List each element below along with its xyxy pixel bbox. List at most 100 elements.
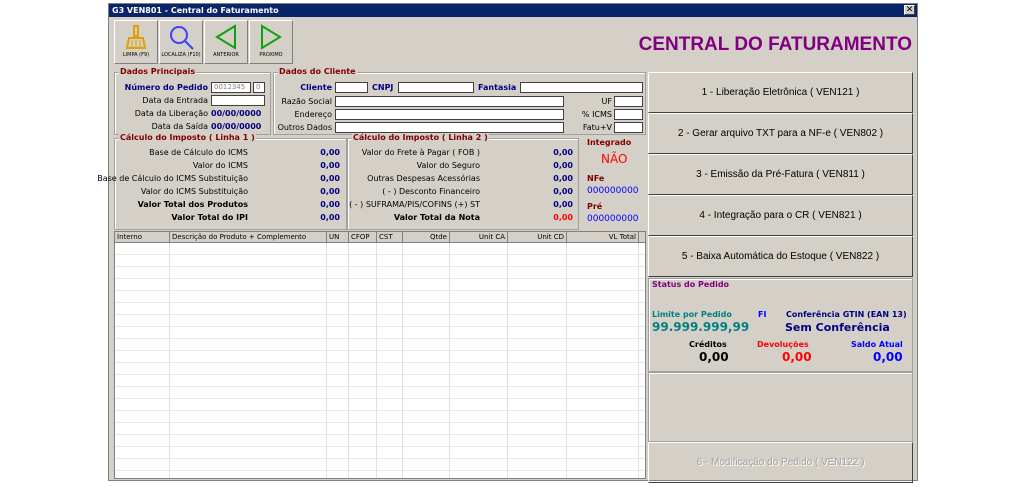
pre-title: Pré — [587, 202, 603, 211]
column-header[interactable]: Interno — [115, 232, 170, 242]
icms-input[interactable] — [614, 109, 643, 120]
saldo-label: Saldo Atual — [851, 340, 903, 349]
calc-value: 0,00 — [553, 213, 573, 222]
column-header[interactable]: Qtde — [403, 232, 450, 242]
anterior-label: ANTERIOR — [213, 52, 239, 58]
fantasia-label: Fantasia — [478, 83, 517, 92]
column-divider — [348, 243, 349, 478]
endereco-input[interactable] — [335, 109, 564, 120]
calc-label: Valor Total da Nota — [393, 213, 480, 222]
localiza-button[interactable]: LOCALIZA (F10) — [159, 20, 203, 64]
calc-label: ( - ) SUFRAMA/PIS/COFINS (+) ST — [349, 200, 480, 209]
numero-pedido-label: Número do Pedido — [124, 83, 208, 92]
nfe-value: 000000000 — [587, 186, 639, 196]
endereco-label: Endereço — [294, 110, 332, 119]
integrado-panel: Integrado NÃO NFe 000000000 Pré 00000000… — [579, 138, 646, 230]
column-divider — [376, 243, 377, 478]
group-title: Dados Principais — [119, 67, 197, 76]
column-header[interactable]: Unit CD — [508, 232, 567, 242]
calculo-linha1-group: Cálculo do Imposto ( Linha 1 ) Base de C… — [97, 133, 347, 230]
modificacao-pedido-button[interactable]: 6 - Modificação do Pedido ( VEN122 ) — [648, 442, 913, 483]
numero-pedido-input[interactable]: 0012345 — [211, 82, 251, 93]
data-liberacao-value: 00/00/0000 — [211, 109, 262, 118]
page-title: CENTRAL DO FATURAMENTO — [638, 34, 912, 55]
column-header[interactable]: CFOP — [349, 232, 377, 242]
cliente-input[interactable] — [335, 82, 368, 93]
calc-value: 0,00 — [320, 200, 340, 209]
razao-input[interactable] — [335, 96, 564, 107]
fatu-input[interactable] — [614, 122, 643, 133]
limpa-button[interactable]: LIMPA (F9) — [114, 20, 158, 64]
calc-value: 0,00 — [553, 200, 573, 209]
calc-label: Valor do Seguro — [416, 161, 480, 170]
gtin-label: Conferência GTIN (EAN 13) — [786, 310, 907, 319]
pre-value: 000000000 — [587, 214, 639, 224]
outros-label: Outros Dados — [277, 123, 332, 132]
action-button-3[interactable]: 3 - Emissão da Pré-Fatura ( VEN811 ) — [648, 154, 913, 195]
action-button-5[interactable]: 5 - Baixa Automática do Estoque ( VEN822… — [648, 236, 913, 277]
column-divider — [507, 243, 508, 478]
column-divider — [402, 243, 403, 478]
anterior-button[interactable]: ANTERIOR — [204, 20, 248, 64]
fatu-label: Fatu+V — [582, 123, 612, 132]
integrado-title: Integrado — [587, 138, 632, 147]
column-divider — [566, 243, 567, 478]
calc-value: 0,00 — [553, 174, 573, 183]
localiza-label: LOCALIZA (F10) — [161, 52, 201, 58]
action-button-2[interactable]: 2 - Gerar arquivo TXT para a NF-e ( VEN8… — [648, 113, 913, 154]
fi-label: FI — [758, 310, 767, 319]
uf-input[interactable] — [614, 96, 643, 107]
column-header[interactable]: Unit CA — [450, 232, 508, 242]
uf-label: UF — [601, 97, 612, 106]
razao-label: Razão Social — [281, 97, 332, 106]
window-title: G3 VEN801 - Central do Faturamento — [112, 6, 279, 15]
devolucoes-value: 0,00 — [782, 350, 812, 364]
items-grid[interactable]: Interno Descrição do Produto + Complement… — [114, 231, 646, 479]
arrow-left-icon — [215, 24, 236, 50]
column-divider — [449, 243, 450, 478]
column-header[interactable]: CST — [377, 232, 403, 242]
cnpj-input[interactable] — [398, 82, 474, 93]
numero-seq-input[interactable]: 0 — [253, 82, 265, 93]
proximo-button[interactable]: PROXIMO — [249, 20, 293, 64]
gtin-value: Sem Conferência — [785, 321, 890, 334]
calc-label: Outras Despesas Acessórias — [367, 174, 480, 183]
empty-panel — [648, 372, 913, 442]
creditos-label: Créditos — [689, 340, 727, 349]
dados-cliente-group: Dados do Cliente Cliente CNPJ Fantasia R… — [273, 67, 646, 135]
calc-label: ( - ) Desconto Financeiro — [382, 187, 480, 196]
status-pedido-group: Status do Pedido Limite por Pedido 99.99… — [648, 278, 913, 372]
data-entrada-input[interactable] — [211, 95, 265, 106]
title-bar: G3 VEN801 - Central do Faturamento ✕ — [109, 4, 917, 17]
outros-input[interactable] — [335, 122, 564, 133]
fantasia-input[interactable] — [520, 82, 643, 93]
column-divider — [638, 243, 639, 478]
icms-label: % ICMS — [581, 110, 612, 119]
group-title: Cálculo do Imposto ( Linha 1 ) — [119, 133, 256, 142]
column-header[interactable]: UN — [327, 232, 349, 242]
devolucoes-label: Devoluções — [757, 340, 809, 349]
calc-value: 0,00 — [320, 187, 340, 196]
data-saida-value: 00/00/0000 — [211, 122, 262, 131]
calc-label: Valor Total dos Produtos — [137, 200, 248, 209]
calc-label: Base de Cálculo do ICMS Substituição — [97, 174, 248, 183]
data-liberacao-label: Data da Liberação — [134, 109, 208, 118]
status-title: Status do Pedido — [652, 280, 730, 289]
calculo-linha2-group: Cálculo do Imposto ( Linha 2 ) Valor do … — [347, 133, 579, 230]
action-button-4[interactable]: 4 - Integração para o CR ( VEN821 ) — [648, 195, 913, 236]
data-entrada-label: Data da Entrada — [142, 96, 208, 105]
limite-label: Limite por Pedido — [652, 310, 732, 319]
limite-value: 99.999.999,99 — [652, 320, 750, 334]
action-button-1[interactable]: 1 - Liberação Eletrônica ( VEN121 ) — [648, 72, 913, 113]
integrado-value: NÃO — [601, 152, 628, 166]
limpa-label: LIMPA (F9) — [122, 52, 150, 58]
calc-label: Valor do ICMS — [192, 161, 248, 170]
close-button[interactable]: ✕ — [904, 5, 915, 15]
column-divider — [326, 243, 327, 478]
dados-principais-group: Dados Principais Número do Pedido 001234… — [114, 67, 271, 135]
column-header[interactable]: VL Total — [567, 232, 639, 242]
column-header[interactable]: Descrição do Produto + Complemento — [170, 232, 327, 242]
grid-body — [115, 243, 645, 478]
calc-value: 0,00 — [553, 187, 573, 196]
proximo-label: PROXIMO — [259, 52, 283, 58]
